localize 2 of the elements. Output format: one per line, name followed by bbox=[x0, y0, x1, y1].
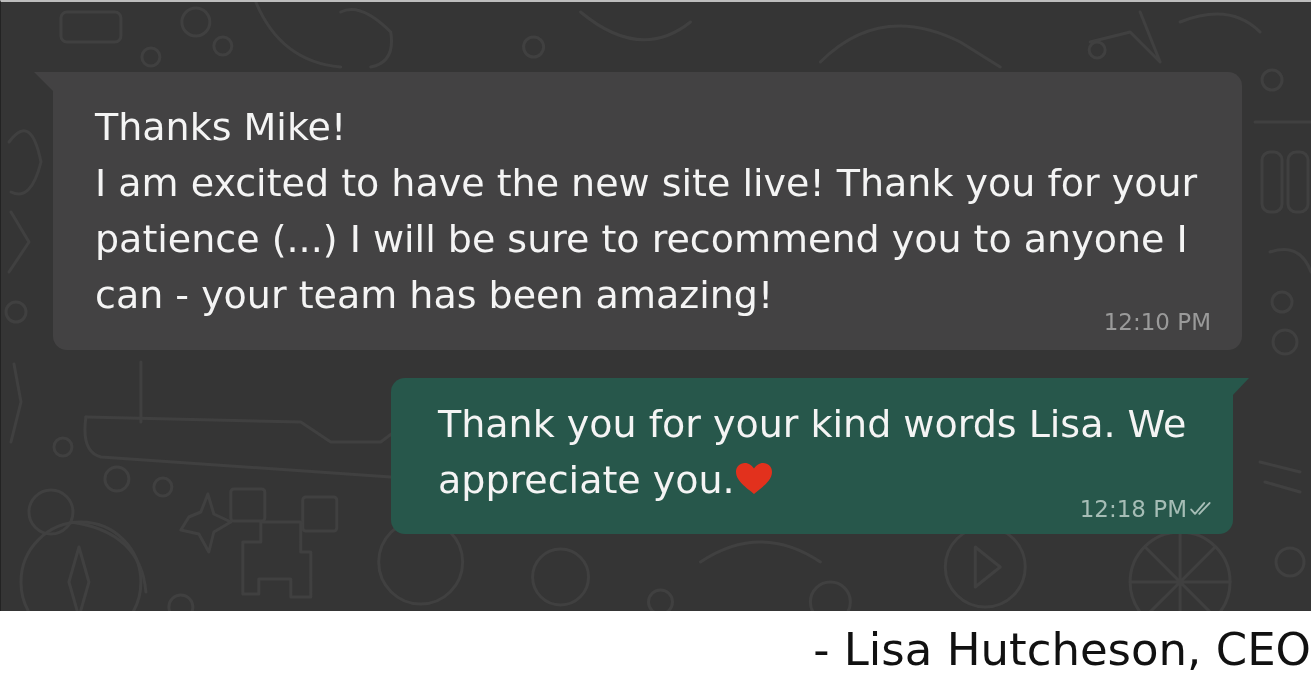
attribution-text: - Lisa Hutcheson, CEO bbox=[813, 621, 1311, 678]
message-time: 12:18 PM bbox=[1079, 495, 1187, 523]
